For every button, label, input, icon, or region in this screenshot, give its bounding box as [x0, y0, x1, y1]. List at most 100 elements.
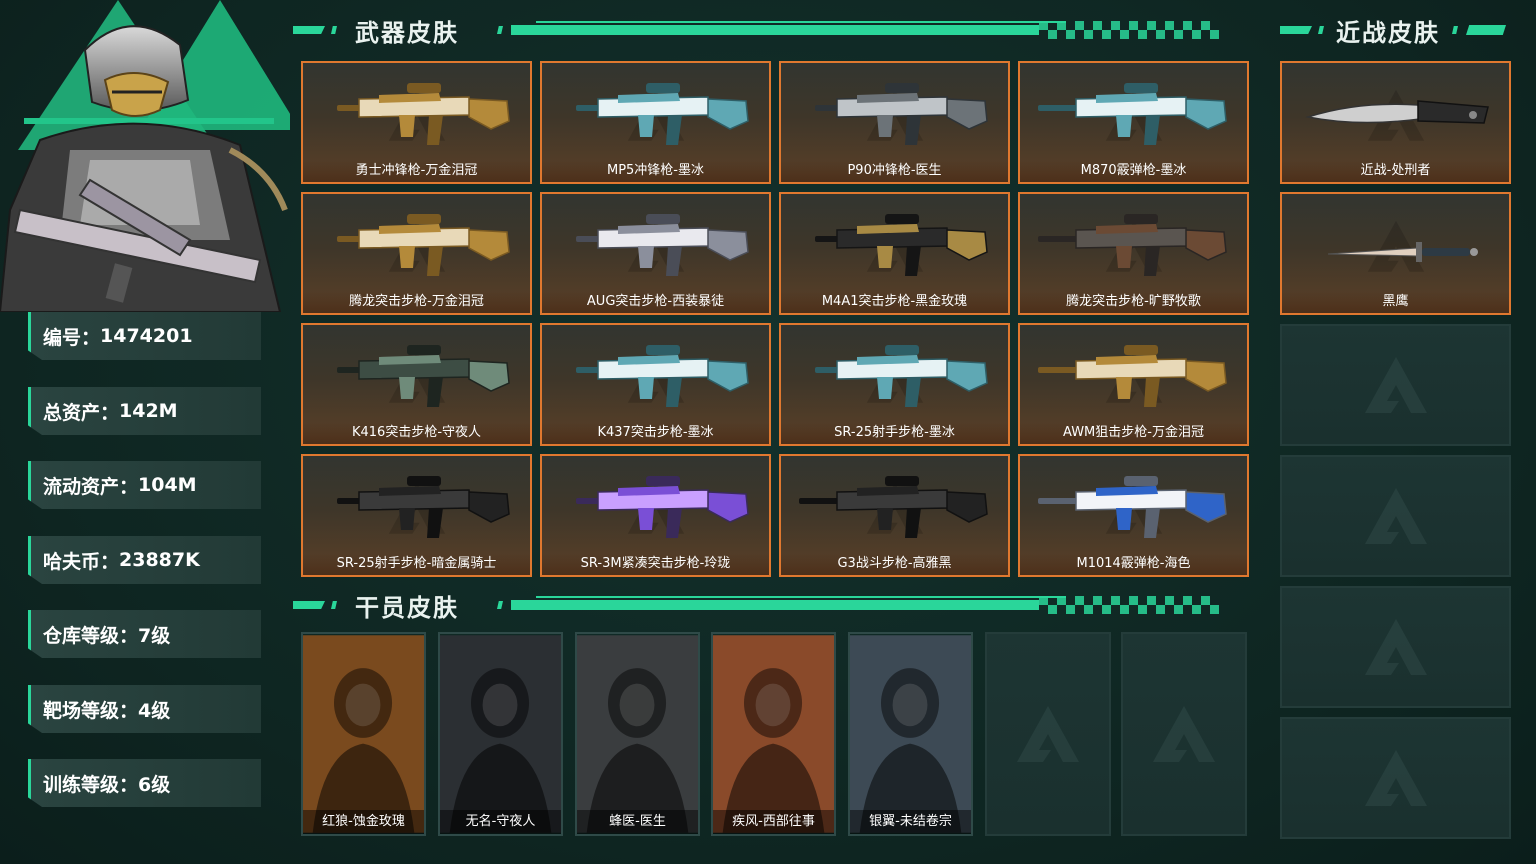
weapon-skin-name: SR-25射手步枪-墨冰 — [781, 422, 1008, 444]
empty-melee-slot[interactable] — [1280, 586, 1511, 708]
brand-logo-icon — [1363, 486, 1429, 546]
weapon-skin-card[interactable]: SR-25射手步枪-暗金属骑士 — [301, 454, 532, 577]
weapon-skin-name: 腾龙突击步枪-万金泪冠 — [303, 291, 530, 313]
weapon-skin-name: M1014霰弹枪-海色 — [1020, 553, 1247, 575]
weapon-skin-card[interactable]: G3战斗步枪-高雅黑 — [779, 454, 1010, 577]
stat-label: 训练等级： — [43, 773, 139, 796]
operator-skin-name: 红狼-蚀金玫瑰 — [303, 810, 424, 834]
stat-value: 23887K — [119, 549, 200, 571]
weapon-skin-name: G3战斗步枪-高雅黑 — [781, 553, 1008, 575]
weapon-skin-card[interactable]: M4A1突击步枪-黑金玫瑰 — [779, 192, 1010, 315]
stat-id: 编号： 1474201 — [28, 312, 261, 360]
header-bar — [1466, 25, 1506, 35]
player-avatar — [0, 0, 290, 312]
operator-skin-card[interactable]: 红狼-蚀金玫瑰 — [301, 632, 426, 836]
weapons-section-title: 武器皮肤 — [355, 18, 459, 47]
weapon-skin-card[interactable]: M1014霰弹枪-海色 — [1018, 454, 1249, 577]
weapons-section-header: 武器皮肤 — [293, 16, 1219, 47]
empty-melee-slot[interactable] — [1280, 717, 1511, 839]
stat-value: 1474201 — [100, 325, 193, 347]
weapon-skin-card[interactable]: MP5冲锋枪-墨冰 — [540, 61, 771, 184]
weapon-skin-name: AWM狙击步枪-万金泪冠 — [1020, 422, 1247, 444]
operator-portrait-icon — [303, 635, 424, 833]
operator-portrait-icon — [440, 635, 561, 833]
weapon-skin-card[interactable]: M870霰弹枪-墨冰 — [1018, 61, 1249, 184]
brand-logo-icon — [1363, 617, 1429, 677]
operator-figure-icon — [0, 25, 288, 312]
operators-section-header: 干员皮肤 — [293, 591, 1219, 622]
header-dash — [1280, 26, 1312, 34]
operator-skin-card[interactable]: 银翼-未结卷宗 — [848, 632, 973, 836]
melee-skin-card[interactable]: 黑鹰 — [1280, 192, 1511, 315]
stat-value: 4级 — [138, 699, 171, 722]
melee-skin-name: 近战-处刑者 — [1282, 160, 1509, 182]
stat-label: 编号： — [43, 326, 101, 349]
header-dash — [331, 26, 337, 34]
melee-section-title: 近战皮肤 — [1336, 18, 1440, 47]
brand-logo-icon — [1363, 748, 1429, 808]
weapon-skin-card[interactable]: 腾龙突击步枪-万金泪冠 — [301, 192, 532, 315]
weapon-skin-name: 腾龙突击步枪-旷野牧歌 — [1020, 291, 1247, 313]
header-dash — [331, 601, 337, 609]
operator-skin-name: 银翼-未结卷宗 — [850, 810, 971, 834]
stat-label: 仓库等级： — [43, 624, 139, 647]
header-dash — [1452, 26, 1458, 34]
stat-value: 7级 — [138, 624, 171, 647]
weapon-skin-name: P90冲锋枪-医生 — [781, 160, 1008, 182]
header-dash — [1318, 26, 1324, 34]
melee-skin-name: 黑鹰 — [1282, 291, 1509, 313]
weapon-skin-name: M870霰弹枪-墨冰 — [1020, 160, 1247, 182]
stat-value: 142M — [119, 400, 178, 422]
stat-label: 总资产： — [43, 401, 120, 424]
player-panel: 编号： 1474201 总资产： 142M 流动资产： 104M 哈夫币： 23887K… — [0, 0, 290, 864]
operator-skin-name: 无名-守夜人 — [440, 810, 561, 834]
stat-label: 靶场等级： — [43, 699, 139, 722]
weapon-skin-name: MP5冲锋枪-墨冰 — [542, 160, 769, 182]
header-checker — [1039, 21, 1219, 39]
stat-label: 流动资产： — [43, 475, 139, 498]
melee-skin-card[interactable]: 近战-处刑者 — [1280, 61, 1511, 184]
stat-label: 哈夫币： — [43, 550, 120, 573]
operator-skin-card[interactable]: 疾风-西部往事 — [711, 632, 836, 836]
stat-coins: 哈夫币： 23887K — [28, 536, 261, 584]
weapon-skin-card[interactable]: K416突击步枪-守夜人 — [301, 323, 532, 446]
weapon-skin-name: SR-3M紧凑突击步枪-玲珑 — [542, 553, 769, 575]
weapon-skin-card[interactable]: P90冲锋枪-医生 — [779, 61, 1010, 184]
weapon-skin-card[interactable]: SR-3M紧凑突击步枪-玲珑 — [540, 454, 771, 577]
empty-melee-slot[interactable] — [1280, 324, 1511, 446]
weapon-skin-name: AUG突击步枪-西装暴徒 — [542, 291, 769, 313]
empty-operator-slot[interactable] — [985, 632, 1111, 836]
weapon-skin-card[interactable]: SR-25射手步枪-墨冰 — [779, 323, 1010, 446]
operator-skin-name: 疾风-西部往事 — [713, 810, 834, 834]
weapon-skin-name: K416突击步枪-守夜人 — [303, 422, 530, 444]
header-dash — [497, 26, 503, 34]
stat-range-level: 靶场等级： 4级 — [28, 685, 261, 733]
empty-operator-slot[interactable] — [1121, 632, 1247, 836]
operator-skin-card[interactable]: 蜂医-医生 — [575, 632, 700, 836]
weapon-skin-card[interactable]: K437突击步枪-墨冰 — [540, 323, 771, 446]
weapon-skin-card[interactable]: AUG突击步枪-西装暴徒 — [540, 192, 771, 315]
header-dash — [497, 601, 503, 609]
weapon-skin-card[interactable]: AWM狙击步枪-万金泪冠 — [1018, 323, 1249, 446]
brand-logo-icon — [1151, 704, 1217, 764]
operator-portrait-icon — [577, 635, 698, 833]
header-checker — [1039, 596, 1219, 614]
header-bar — [511, 25, 1039, 35]
stat-value: 6级 — [138, 773, 171, 796]
brand-logo-icon — [1015, 704, 1081, 764]
stat-training-level: 训练等级： 6级 — [28, 759, 261, 807]
stat-warehouse-level: 仓库等级： 7级 — [28, 610, 261, 658]
weapon-skin-name: M4A1突击步枪-黑金玫瑰 — [781, 291, 1008, 313]
stat-value: 104M — [138, 474, 197, 496]
weapon-skin-name: K437突击步枪-墨冰 — [542, 422, 769, 444]
header-dash — [293, 601, 325, 609]
empty-melee-slot[interactable] — [1280, 455, 1511, 577]
weapon-skin-name: SR-25射手步枪-暗金属骑士 — [303, 553, 530, 575]
stat-liquid-assets: 流动资产： 104M — [28, 461, 261, 509]
operator-skin-card[interactable]: 无名-守夜人 — [438, 632, 563, 836]
weapon-skin-card[interactable]: 勇士冲锋枪-万金泪冠 — [301, 61, 532, 184]
weapon-skin-card[interactable]: 腾龙突击步枪-旷野牧歌 — [1018, 192, 1249, 315]
header-dash — [293, 26, 325, 34]
header-bar — [511, 600, 1039, 610]
brand-logo-icon — [1363, 355, 1429, 415]
